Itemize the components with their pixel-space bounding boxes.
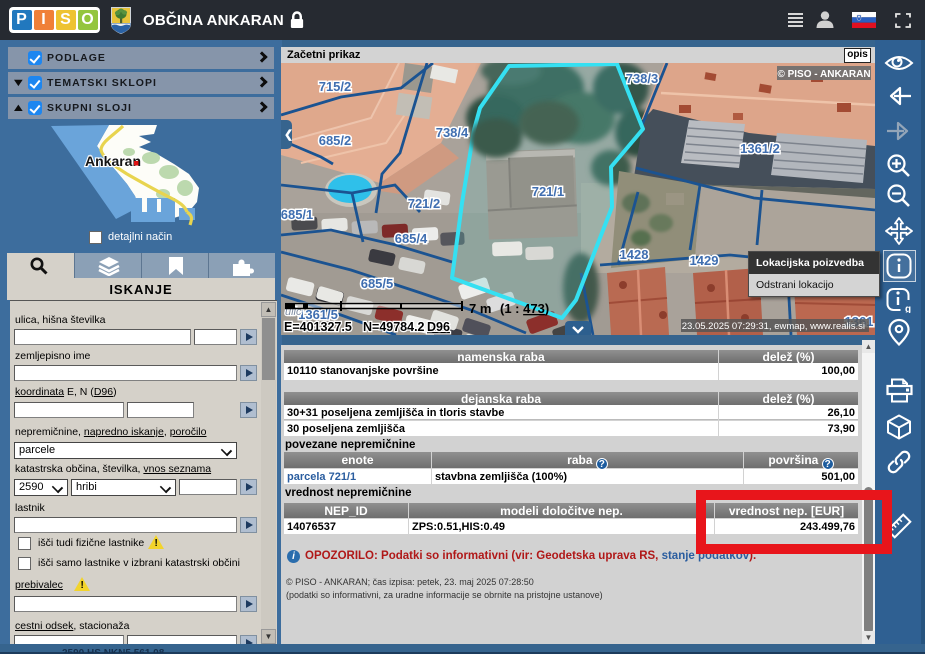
svg-text:1428: 1428 (620, 247, 649, 262)
svg-text:721/1: 721/1 (532, 184, 565, 199)
svg-text:7 m(1 : 473): 7 m(1 : 473) (469, 301, 549, 316)
svg-text:721/2: 721/2 (408, 196, 441, 211)
svg-text:❮: ❮ (284, 129, 293, 141)
svg-text:738/4: 738/4 (436, 125, 469, 140)
svg-text:685/1: 685/1 (281, 207, 313, 222)
svg-text:685/5: 685/5 (361, 276, 394, 291)
svg-text:© PISO - ANKARAN: © PISO - ANKARAN (777, 69, 870, 80)
svg-text:715/2: 715/2 (319, 79, 352, 94)
svg-text:685/4: 685/4 (395, 231, 428, 246)
svg-text:1429: 1429 (690, 253, 719, 268)
svg-text:1361/2: 1361/2 (740, 141, 780, 156)
svg-text:23.05.2025 07:29:31, ewmap, ww: 23.05.2025 07:29:31, ewmap, www.realis.s… (682, 321, 865, 332)
svg-text:685/2: 685/2 (319, 133, 352, 148)
svg-text:g: g (905, 304, 911, 313)
svg-text:Ankaran: Ankaran (85, 153, 141, 169)
svg-text:738/3: 738/3 (626, 71, 659, 86)
